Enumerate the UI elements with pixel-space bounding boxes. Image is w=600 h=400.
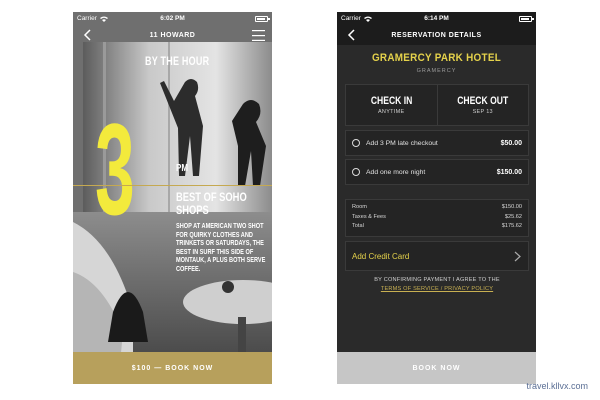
check-out-value: SEP 13 bbox=[472, 109, 493, 115]
agreement-text: BY CONFIRMING PAYMENT I AGREE TO THE bbox=[374, 277, 500, 283]
summary-value: $25.62 bbox=[504, 213, 522, 220]
terms-privacy-link[interactable]: TERMS OF SERVICE / PRIVACY POLICY bbox=[347, 285, 527, 294]
check-in-selector[interactable]: CHECK IN ANYTIME bbox=[346, 85, 437, 125]
summary-label: Taxes & Fees bbox=[352, 213, 386, 220]
menu-icon[interactable] bbox=[252, 30, 265, 41]
carrier-label: Carrier bbox=[77, 15, 97, 22]
status-bar: Carrier 6:14 PM bbox=[337, 12, 536, 25]
hero-kicker: BY THE HOUR bbox=[145, 54, 210, 68]
radio-button[interactable] bbox=[352, 139, 360, 147]
check-out-label: CHECK OUT bbox=[457, 95, 509, 107]
back-chevron-icon[interactable] bbox=[346, 29, 358, 41]
book-now-button[interactable]: $100 — BOOK NOW bbox=[73, 352, 272, 384]
hero-description: SHOP AT AMERICAN TWO SHOT FOR QUIRKY CLO… bbox=[176, 221, 266, 273]
divider-line bbox=[73, 185, 272, 186]
summary-value: $175.62 bbox=[501, 223, 522, 229]
option-label: Add one more night bbox=[366, 168, 426, 176]
watermark: travel.kllvx.com bbox=[526, 381, 588, 391]
summary-label: Room bbox=[352, 204, 367, 210]
add-credit-card-button[interactable]: Add Credit Card bbox=[345, 241, 529, 271]
battery-icon bbox=[519, 15, 534, 22]
price-summary: Room $150.00 Taxes & Fees $25.62 Total $… bbox=[345, 199, 529, 237]
back-chevron-icon[interactable] bbox=[82, 29, 94, 41]
nav-bar: RESERVATION DETAILS bbox=[337, 25, 536, 45]
summary-row-taxes: Taxes & Fees $25.62 bbox=[352, 213, 522, 223]
check-in-label: CHECK IN bbox=[370, 95, 412, 107]
summary-row-room: Room $150.00 bbox=[352, 203, 522, 213]
credit-card-label: Add Credit Card bbox=[352, 251, 410, 261]
payment-agreement: BY CONFIRMING PAYMENT I AGREE TO THE TER… bbox=[347, 276, 527, 294]
extra-night-option[interactable]: Add one more night $150.00 bbox=[345, 159, 529, 185]
hotel-neighborhood: GRAMERCY bbox=[416, 68, 457, 74]
hotel-name: GRAMERCY PARK HOTEL bbox=[371, 52, 502, 64]
status-bar: Carrier 6:02 PM bbox=[73, 12, 272, 25]
option-price: $150.00 bbox=[496, 168, 522, 176]
summary-row-total: Total $175.62 bbox=[352, 222, 522, 232]
wifi-icon bbox=[99, 16, 108, 22]
summary-label: Total bbox=[352, 223, 364, 229]
nav-title: 11 HOWARD bbox=[149, 31, 196, 39]
status-time: 6:02 PM bbox=[160, 15, 185, 22]
check-in-value: ANYTIME bbox=[377, 109, 405, 115]
option-label: Add 3 PM late checkout bbox=[366, 139, 438, 147]
battery-icon bbox=[255, 15, 270, 22]
nav-bar: 11 HOWARD bbox=[73, 25, 272, 45]
book-now-button[interactable]: BOOK NOW bbox=[337, 352, 536, 384]
chevron-right-icon bbox=[514, 251, 521, 261]
hero-hour-number: 3 bbox=[95, 96, 135, 242]
summary-value: $150.00 bbox=[501, 204, 522, 210]
wifi-icon bbox=[363, 16, 372, 22]
dates-panel: CHECK IN ANYTIME CHECK OUT SEP 13 bbox=[345, 84, 529, 126]
radio-button[interactable] bbox=[352, 168, 360, 176]
late-checkout-option[interactable]: Add 3 PM late checkout $50.00 bbox=[345, 130, 529, 156]
carrier-label: Carrier bbox=[341, 15, 361, 22]
check-out-selector[interactable]: CHECK OUT SEP 13 bbox=[436, 85, 529, 125]
status-time: 6:14 PM bbox=[424, 15, 449, 22]
hero-title: BEST OF SOHO SHOPS bbox=[176, 190, 247, 217]
hero-time-suffix: PM bbox=[176, 163, 188, 174]
nav-title: RESERVATION DETAILS bbox=[391, 31, 482, 39]
left-phone-screen: Carrier 6:02 PM 11 HOWARD BY THE HOUR 3 … bbox=[73, 12, 272, 384]
right-phone-screen: Carrier 6:14 PM RESERVATION DETAILS GRAM… bbox=[337, 12, 536, 384]
option-price: $50.00 bbox=[500, 139, 522, 147]
